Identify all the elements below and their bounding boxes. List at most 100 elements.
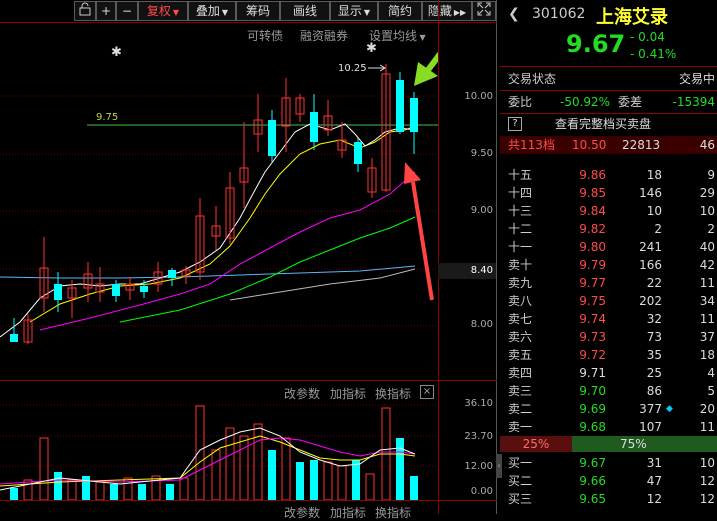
fuquan-dropdown[interactable]: 复权 ▼ [138, 1, 188, 21]
level-count: 42 [699, 258, 715, 272]
level-label: 卖三 [508, 384, 533, 398]
full-book-button[interactable]: ? 查看完整档买卖盘 [500, 115, 717, 133]
sell-level-row[interactable]: 十一 9.80 241 40 [500, 238, 717, 256]
sell-level-row[interactable]: 卖八 9.75 202 34 [500, 292, 717, 310]
level-label: 卖八 [508, 294, 533, 308]
chouma-button[interactable]: 筹码 [236, 1, 280, 21]
level-count: 11 [699, 420, 715, 434]
huaxian-button[interactable]: 画线 [280, 1, 330, 21]
full-book-label: 查看完整档买卖盘 [555, 117, 652, 131]
level-price: 9.67 [579, 456, 606, 470]
level-count: 10 [699, 204, 715, 218]
level-volume: 10 [646, 204, 662, 218]
sell-level-row[interactable]: 卖七 9.74 32 11 [500, 310, 717, 328]
level-count: 18 [699, 348, 715, 362]
level-label: 买二 [508, 474, 533, 488]
yincang-label: 隐藏 [427, 4, 452, 18]
diejia-label: 叠加 [195, 4, 220, 18]
level-price: 9.84 [579, 204, 606, 218]
level-label: 卖九 [508, 276, 533, 290]
level-volume: 35 [646, 348, 662, 362]
fuquan-label: 复权 [146, 4, 171, 18]
yincang-button[interactable]: 隐藏 ▶▶ [422, 1, 472, 21]
level-price: 9.80 [579, 240, 606, 254]
large-order-marker-icon: ◆ [666, 404, 673, 414]
level-volume: 86 [646, 384, 662, 398]
chart-toolbar: + − 复权 ▼ 叠加 ▼ 筹码 画线 显示 ▼ 简约 隐藏 ▶▶ [0, 0, 498, 22]
sell-ratio-bar: 25% [500, 436, 572, 452]
level-label: 卖四 [508, 366, 533, 380]
weicha-value: -15394 [672, 95, 715, 109]
level-volume: 22 [646, 276, 662, 290]
level-count: 12 [699, 474, 715, 488]
level-volume: 166 [639, 258, 662, 272]
sell-level-row[interactable]: 卖三 9.70 86 5 [500, 382, 717, 400]
level-line-label: 9.75 [96, 112, 118, 123]
level-label: 卖五 [508, 348, 533, 362]
indicator-bottom-border [0, 500, 497, 501]
level-count: 11 [699, 312, 715, 326]
chevron-down-icon: ▼ [363, 8, 371, 17]
level-count: 37 [699, 330, 715, 344]
candlestick-chart[interactable]: 9.75 10.25 ✱ ✱ [0, 22, 438, 380]
level-count: 20 [699, 402, 715, 416]
huan-zhibiao-button-2[interactable]: 换指标 [375, 504, 411, 521]
sell-level-row[interactable]: 十五 9.86 18 9 [500, 166, 717, 184]
level-price: 9.69 [579, 402, 606, 416]
current-price-tick-text: 8.40 [470, 265, 493, 276]
level-volume: 241 [639, 240, 662, 254]
sell-level-row[interactable]: 卖二 9.69 377 20 [500, 400, 717, 418]
sell-level-row[interactable]: 卖四 9.71 25 4 [500, 364, 717, 382]
buy-level-row[interactable]: 买二 9.66 47 12 [500, 472, 717, 490]
sell-level-row[interactable]: 卖六 9.73 73 37 [500, 328, 717, 346]
zoom-out-button[interactable]: − [116, 1, 138, 21]
jianyue-button[interactable]: 简约 [378, 1, 422, 21]
divider [500, 66, 717, 67]
level-price: 9.77 [579, 276, 606, 290]
level-volume: 12 [646, 492, 662, 506]
volume-indicator-chart[interactable] [0, 380, 438, 500]
high-price-label: 10.25 [338, 63, 367, 74]
diejia-dropdown[interactable]: 叠加 ▼ [188, 1, 236, 21]
star-marker: ✱ [366, 41, 377, 56]
chevron-down-icon: ▼ [221, 8, 229, 17]
lock-icon[interactable] [74, 1, 96, 21]
level-count: 4 [707, 366, 715, 380]
double-arrow-right-icon: ▶▶ [453, 8, 467, 17]
level-price: 9.75 [579, 294, 606, 308]
weibi-value: -50.92% [560, 95, 611, 109]
green-arrow-annotation [414, 51, 438, 86]
buy-level-row[interactable]: 买三 9.65 12 12 [500, 490, 717, 508]
indicator-tick: 0.00 [470, 486, 493, 497]
sell-level-row[interactable]: 卖十 9.79 166 42 [500, 256, 717, 274]
sell-level-row[interactable]: 卖九 9.77 22 11 [500, 274, 717, 292]
sell-level-row[interactable]: 十三 9.84 10 10 [500, 202, 717, 220]
fullscreen-button[interactable] [472, 1, 496, 21]
price-tick: 8.00 [470, 319, 493, 330]
xianshi-dropdown[interactable]: 显示 ▼ [330, 1, 378, 21]
level-price: 9.72 [579, 348, 606, 362]
sell-level-row[interactable]: 十二 9.82 2 2 [500, 220, 717, 238]
sell-level-row[interactable]: 卖一 9.68 107 11 [500, 418, 717, 436]
prev-stock-icon[interactable]: ❮ [508, 6, 520, 22]
total-levels-label: 共113档 [508, 138, 555, 152]
price-axis-divider [438, 0, 439, 514]
jia-zhibiao-button-2[interactable]: 加指标 [330, 504, 366, 521]
gai-canshu-button-2[interactable]: 改参数 [284, 504, 320, 521]
level-label: 十四 [508, 186, 533, 200]
sell-level-row[interactable]: 卖五 9.72 35 18 [500, 346, 717, 364]
zoom-in-button[interactable]: + [96, 1, 116, 21]
level-count: 2 [707, 222, 715, 236]
level-volume: 2 [654, 222, 662, 236]
price-change-pct: - 0.41% [630, 47, 677, 61]
stock-code: 301062 [532, 6, 586, 22]
price-change: - 0.04 [630, 30, 665, 44]
level-price: 9.82 [579, 222, 606, 236]
total-price: 10.50 [572, 138, 607, 152]
buy-level-row[interactable]: 买一 9.67 31 10 [500, 454, 717, 472]
level-count: 11 [699, 276, 715, 290]
quote-panel: ❮ 301062 上海艾录 9.67 - 0.04 - 0.41% 交易状态 交易… [500, 0, 717, 514]
level-label: 十二 [508, 222, 533, 236]
xianshi-label: 显示 [337, 4, 362, 18]
sell-level-row[interactable]: 十四 9.85 146 29 [500, 184, 717, 202]
